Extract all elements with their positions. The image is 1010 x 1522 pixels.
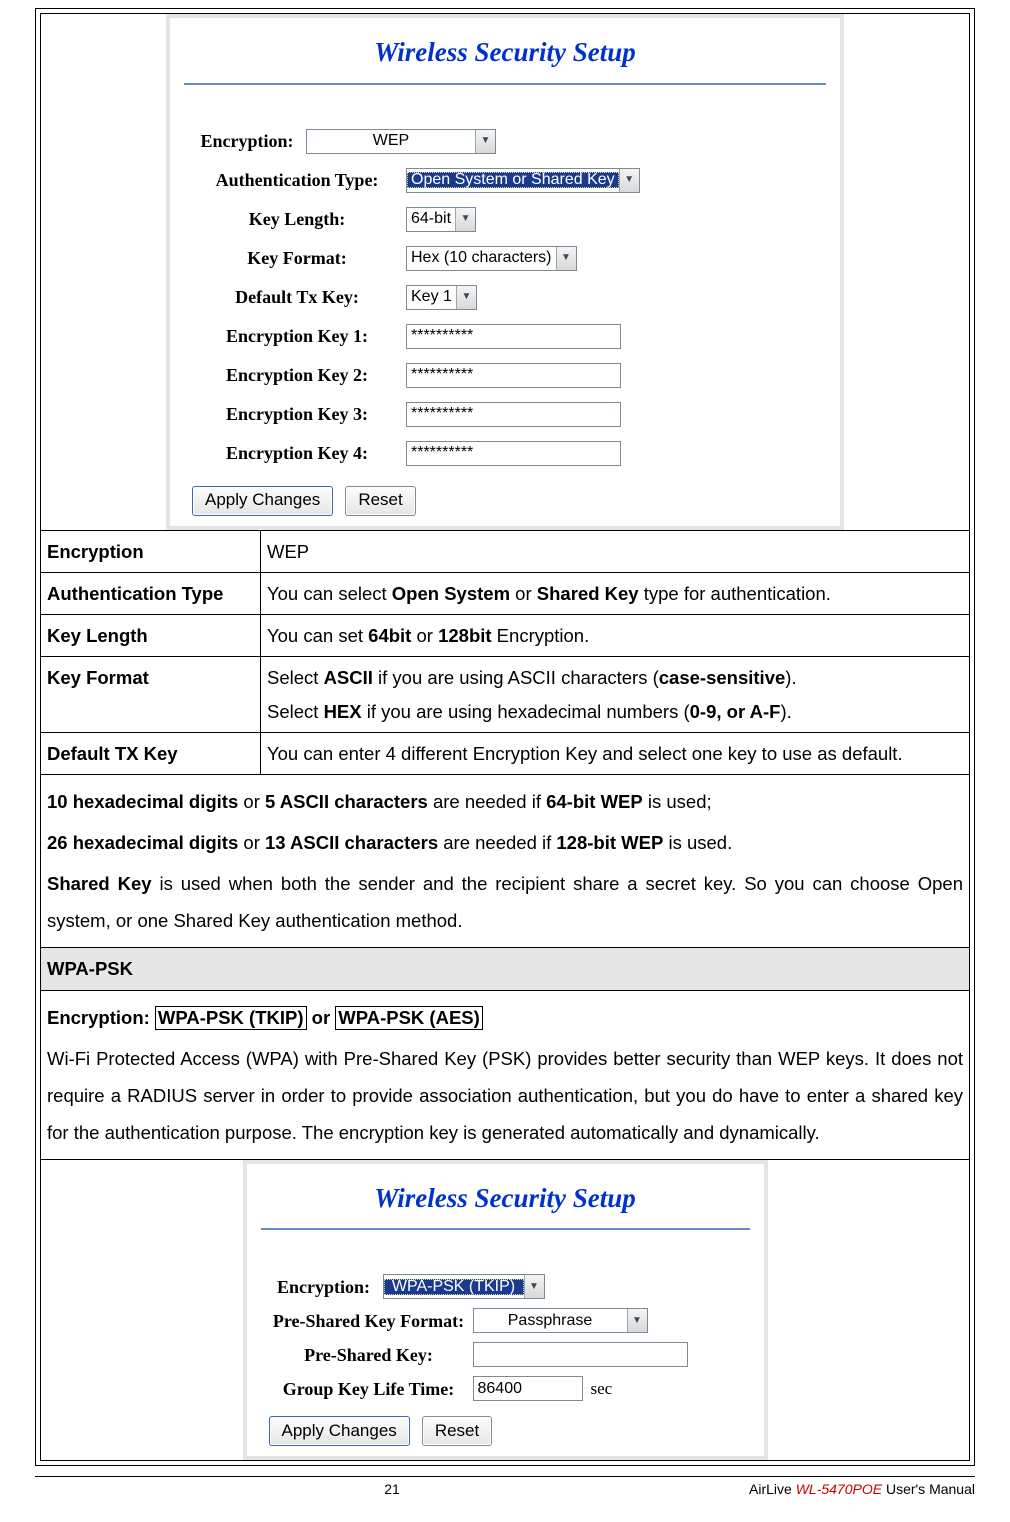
- reset-button[interactable]: Reset: [422, 1416, 492, 1446]
- enc-key2-input[interactable]: **********: [406, 363, 621, 388]
- sec-unit: sec: [591, 1380, 613, 1397]
- th-deftx: Default TX Key: [41, 733, 261, 775]
- wpa-desc-cell: Encryption: WPA-PSK (TKIP) or WPA-PSK (A…: [41, 990, 970, 1159]
- chevron-down-icon: ▼: [556, 247, 576, 270]
- reset-button[interactable]: Reset: [345, 486, 415, 516]
- default-tx-key-label: Default Tx Key:: [188, 288, 406, 306]
- td-encryption: WEP: [261, 530, 970, 572]
- wep-screenshot: Wireless Security Setup Encryption: WEP …: [166, 14, 844, 530]
- group-key-life-label: Group Key Life Time:: [265, 1380, 473, 1398]
- td-deftx: You can enter 4 different Encryption Key…: [261, 733, 970, 775]
- key-format-select[interactable]: Hex (10 characters) ▼: [406, 246, 577, 271]
- enc-key4-input[interactable]: **********: [406, 441, 621, 466]
- apply-changes-button[interactable]: Apply Changes: [192, 486, 333, 516]
- psk-input[interactable]: [473, 1342, 688, 1367]
- auth-type-select[interactable]: Open System or Shared Key ▼: [406, 168, 640, 193]
- enc-key3-input[interactable]: **********: [406, 402, 621, 427]
- td-auth: You can select Open System or Shared Key…: [261, 572, 970, 614]
- psk-format-select[interactable]: Passphrase ▼: [473, 1308, 648, 1333]
- chevron-down-icon: ▼: [455, 208, 475, 231]
- enc-key3-label: Encryption Key 3:: [188, 405, 406, 423]
- footer-divider: [35, 1476, 975, 1477]
- encryption-select[interactable]: WEP ▼: [306, 129, 496, 154]
- manual-title: AirLive WL-5470POE User's Manual: [749, 1481, 975, 1497]
- encryption-label: Encryption:: [265, 1278, 383, 1296]
- encryption-select[interactable]: WPA-PSK (TKIP) ▼: [383, 1274, 545, 1299]
- enc-key2-label: Encryption Key 2:: [188, 366, 406, 384]
- panel-divider: [184, 83, 826, 85]
- key-length-label: Key Length:: [188, 210, 406, 228]
- chevron-down-icon: ▼: [619, 169, 639, 192]
- apply-changes-button[interactable]: Apply Changes: [269, 1416, 410, 1446]
- chevron-down-icon: ▼: [456, 286, 476, 309]
- chevron-down-icon: ▼: [524, 1275, 544, 1298]
- enc-key4-label: Encryption Key 4:: [188, 444, 406, 462]
- th-encryption: Encryption: [41, 530, 261, 572]
- td-keylen: You can set 64bit or 128bit Encryption.: [261, 615, 970, 657]
- encryption-label: Encryption:: [188, 132, 306, 150]
- chevron-down-icon: ▼: [475, 130, 495, 153]
- auth-type-label: Authentication Type:: [188, 171, 406, 189]
- th-keyfmt: Key Format: [41, 657, 261, 733]
- enc-key1-input[interactable]: **********: [406, 324, 621, 349]
- psk-label: Pre-Shared Key:: [265, 1346, 473, 1364]
- th-keylen: Key Length: [41, 615, 261, 657]
- page-number: 21: [35, 1481, 749, 1497]
- wpa-screenshot: Wireless Security Setup Encryption: WPA-…: [243, 1160, 768, 1461]
- notes-cell: 10 hexadecimal digits or 5 ASCII charact…: [41, 775, 970, 948]
- panel-title: Wireless Security Setup: [247, 1164, 764, 1227]
- default-tx-key-select[interactable]: Key 1 ▼: [406, 285, 477, 310]
- panel-divider: [261, 1228, 750, 1230]
- chevron-down-icon: ▼: [627, 1309, 647, 1332]
- enc-key1-label: Encryption Key 1:: [188, 327, 406, 345]
- wpa-psk-header: WPA-PSK: [41, 948, 970, 990]
- panel-title: Wireless Security Setup: [170, 18, 840, 81]
- key-length-select[interactable]: 64-bit ▼: [406, 207, 476, 232]
- td-keyfmt: Select ASCII if you are using ASCII char…: [261, 657, 970, 733]
- group-key-life-input[interactable]: 86400: [473, 1376, 583, 1401]
- th-auth: Authentication Type: [41, 572, 261, 614]
- page-footer: 21 AirLive WL-5470POE User's Manual: [35, 1481, 975, 1497]
- psk-format-label: Pre-Shared Key Format:: [265, 1312, 473, 1330]
- key-format-label: Key Format:: [188, 249, 406, 267]
